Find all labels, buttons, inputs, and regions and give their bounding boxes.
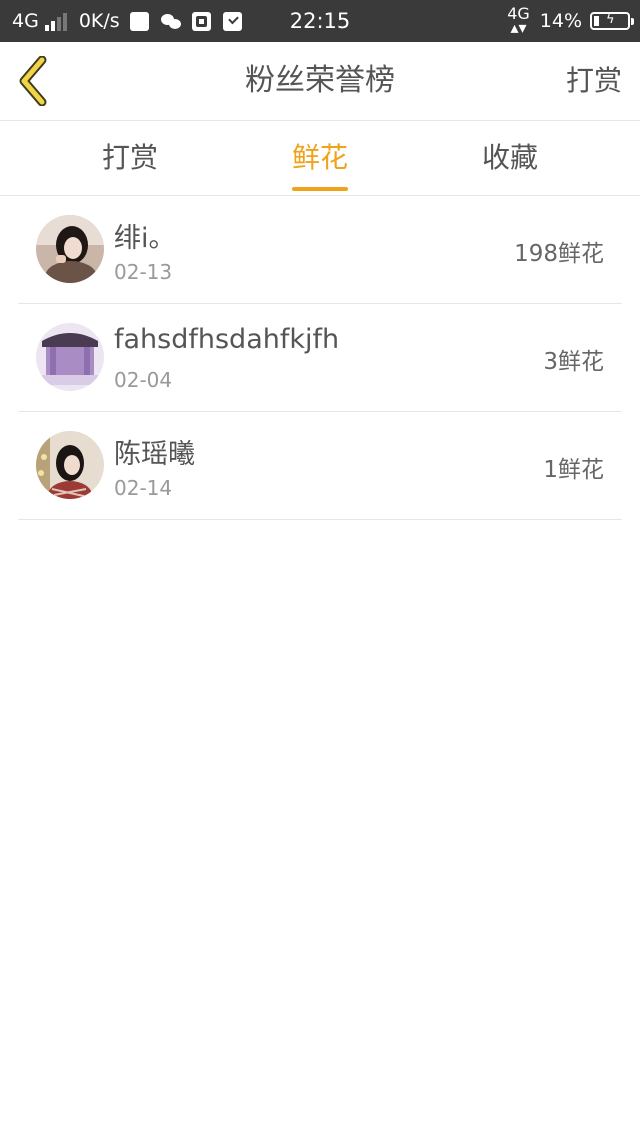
flower-count: 3鲜花 (543, 349, 604, 375)
tip-button[interactable]: 打赏 (566, 42, 622, 120)
status-bar: 4G 0K/s 22:15 4G ▴▾ 14% ϟ (0, 0, 640, 42)
list-item[interactable]: 绯i。 02-13 198鲜花 (18, 196, 622, 304)
battery-icon: ϟ (590, 12, 634, 30)
avatar[interactable] (36, 323, 104, 391)
network-type-right-label: 4G (507, 4, 530, 23)
tab-flowers[interactable]: 鲜花 (270, 121, 370, 195)
record-date: 02-04 (114, 368, 173, 392)
flower-count: 1鲜花 (543, 457, 604, 483)
avatar[interactable] (36, 431, 104, 499)
tab-bar: 打赏 鲜花 收藏 (0, 121, 640, 196)
record-date: 02-14 (114, 476, 173, 500)
tab-tip[interactable]: 打赏 (80, 121, 180, 195)
record-date: 02-13 (114, 260, 173, 284)
page-title: 粉丝荣誉榜 (245, 63, 395, 98)
active-tab-indicator (292, 187, 348, 191)
user-name: fahsdfhsdahfkjfh (114, 324, 340, 355)
list-item[interactable]: fahsdfhsdahfkjfh 02-04 3鲜花 (18, 304, 622, 412)
avatar[interactable] (36, 215, 104, 283)
tab-favorites[interactable]: 收藏 (460, 121, 560, 195)
list-item[interactable]: 陈瑶曦 02-14 1鲜花 (18, 412, 622, 520)
status-right: 4G ▴▾ 14% ϟ (507, 0, 634, 42)
user-name: 陈瑶曦 (114, 439, 195, 470)
network-type-right: 4G ▴▾ (507, 4, 530, 37)
flower-count: 198鲜花 (514, 241, 604, 267)
battery-percent: 14% (539, 10, 582, 32)
user-name: 绯i。 (114, 223, 176, 254)
fan-list: 绯i。 02-13 198鲜花 fahsdfhsdahfkjfh 02-04 3… (18, 196, 622, 520)
app-header: 粉丝荣誉榜 打赏 (0, 42, 640, 121)
